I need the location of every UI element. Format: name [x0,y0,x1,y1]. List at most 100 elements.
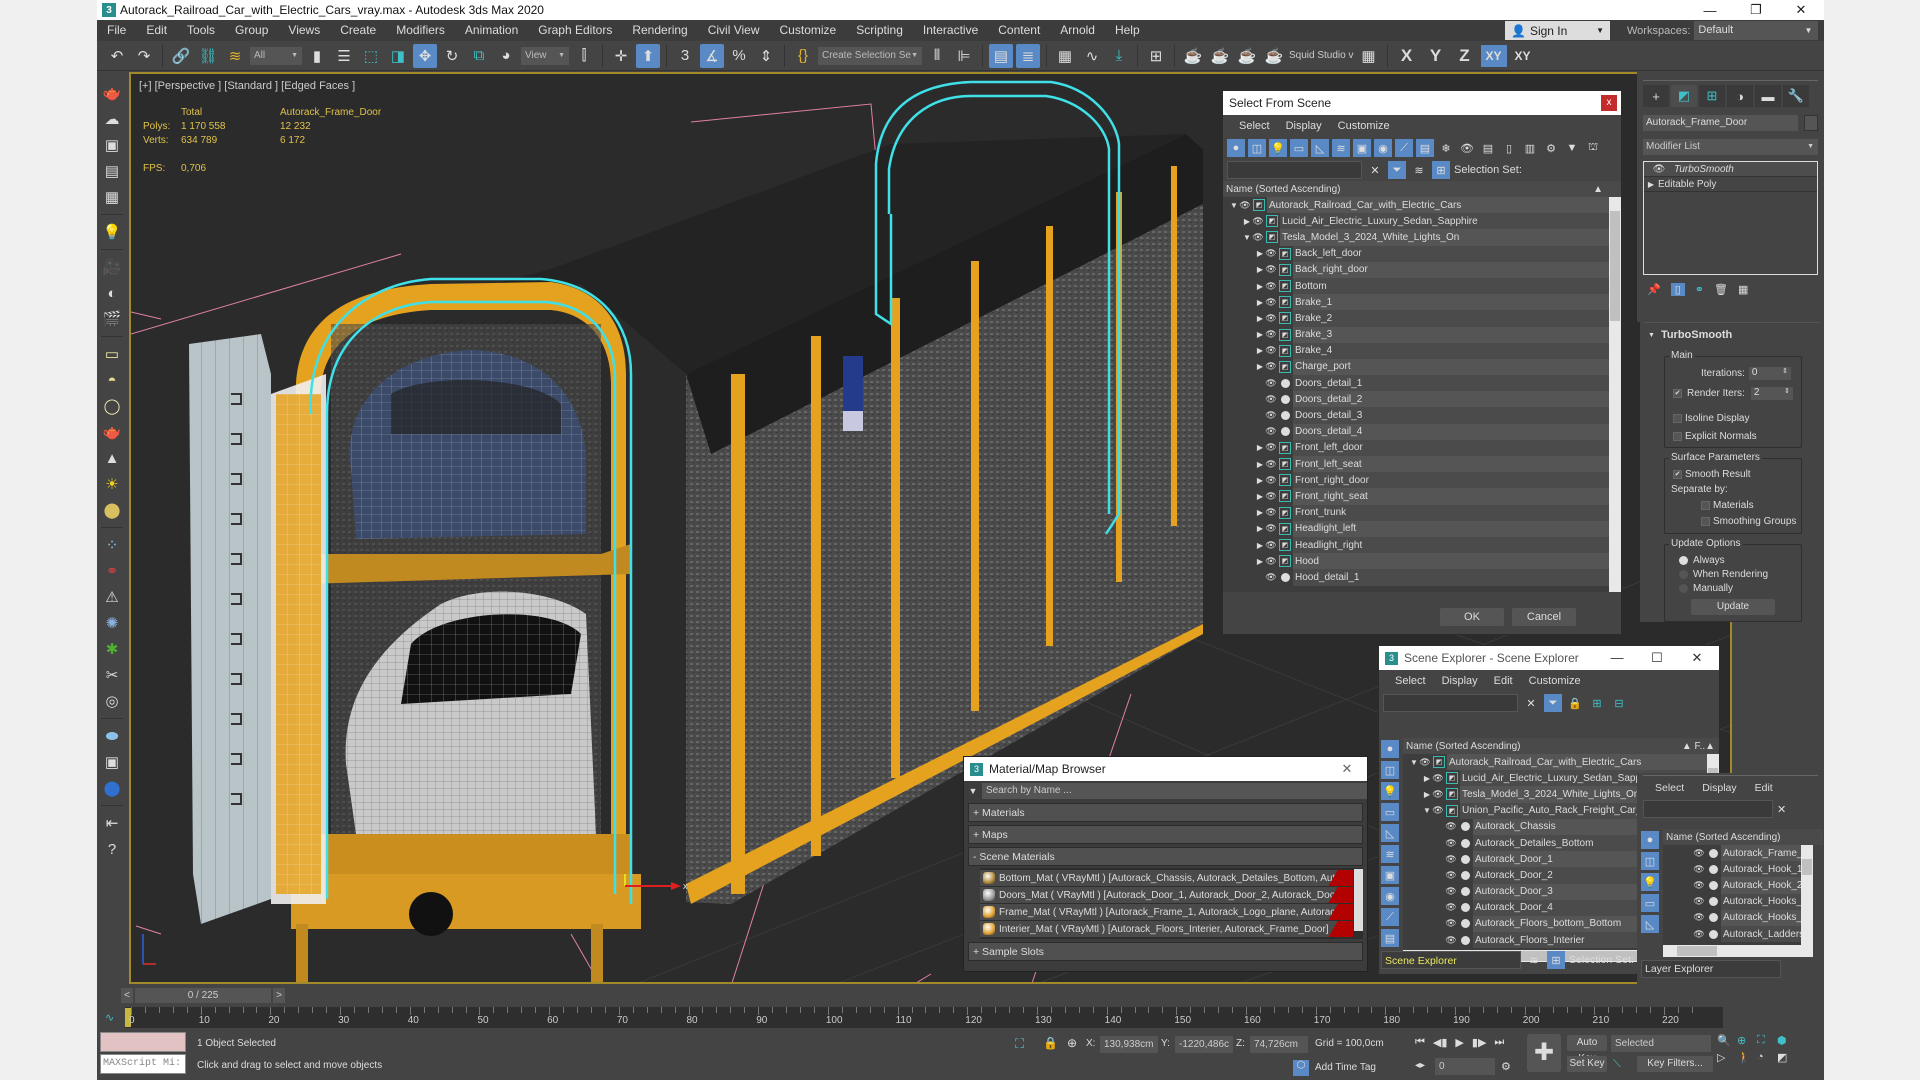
menu-graph-editors[interactable]: Graph Editors [528,20,622,41]
keyboard-shortcut-override-icon[interactable]: ⬆ [636,43,660,68]
modifier-turbosmooth[interactable]: 👁TurboSmooth [1644,162,1817,177]
molecule-icon[interactable]: ⚭ [101,560,123,582]
menu-customize[interactable]: Customize [1330,120,1398,132]
object-name-field[interactable]: Autorack_Frame_Door [1643,115,1798,131]
cancel-button[interactable]: Cancel [1512,608,1576,626]
tree-row[interactable]: 👁 Hood_detail_1 [1223,569,1609,586]
eye-icon[interactable]: 👁 [1265,313,1277,324]
collapsed-arrow-icon[interactable]: ▶ [1422,790,1432,799]
display-all-icon[interactable]: ▤ [1479,139,1497,157]
collapsed-arrow-icon[interactable]: ▶ [1255,346,1265,355]
close-button[interactable]: ✕ [1778,0,1824,20]
plane-light-icon[interactable]: ▭ [101,343,123,365]
materials-checkbox[interactable] [1701,501,1710,510]
smoothing-groups-checkbox[interactable] [1701,517,1710,526]
eye-icon[interactable]: 👁 [1265,507,1277,518]
invert-display-icon[interactable]: ▥ [1521,139,1539,157]
next-frame-button[interactable]: > [273,988,285,1003]
pin-stack-icon[interactable]: 📌 [1647,283,1661,296]
grass-icon[interactable]: ✱ [101,638,123,660]
percent-snap-icon[interactable]: % [727,44,751,68]
show-end-result-icon[interactable]: ▯ [1670,283,1685,296]
add-time-tag[interactable]: Add Time Tag [1315,1062,1376,1073]
edit-named-selection-icon[interactable]: {} [791,44,815,68]
close-button[interactable]: ✕ [1677,646,1717,670]
link-icon[interactable]: 🔗 [169,44,193,68]
search-input[interactable] [1643,800,1773,818]
zoom-icon[interactable]: 🔍 [1717,1034,1737,1047]
select-by-name-icon[interactable]: ☰ [332,44,356,68]
layers-icon[interactable]: ≋ [1525,951,1543,969]
go-to-end-icon[interactable]: ⏭ [1494,1036,1504,1049]
clear-search-icon[interactable]: ✕ [1777,803,1786,816]
table-icon[interactable]: ▦ [101,186,123,208]
disc-light-icon[interactable]: ◯ [101,395,123,417]
modifier-list-dropdown[interactable]: Modifier List ▼ [1643,139,1818,155]
render-setup-icon[interactable]: ☕ [1181,44,1205,68]
eye-icon[interactable]: 👁 [1265,329,1277,340]
shapes-filter-icon[interactable]: ◫ [1641,852,1659,870]
eye-icon[interactable]: 👁 [1265,361,1277,372]
isoline-display-checkbox[interactable] [1673,414,1682,423]
menu-select[interactable]: Select [1387,675,1434,687]
schematic-view-icon[interactable]: ⤓ [1107,44,1131,68]
collapsed-arrow-icon[interactable]: ▶ [1255,541,1265,550]
time-slider[interactable]: 0 / 225 [135,988,271,1003]
manually-radio[interactable] [1679,584,1688,593]
hierarchy-icon[interactable]: ⊞ [1432,161,1450,179]
hair-icon[interactable]: ✂ [101,664,123,686]
toggle-layer-explorer-icon[interactable]: ≣ [1016,43,1040,68]
select-and-move-icon[interactable]: ✥ [413,43,437,68]
scene-material-item[interactable]: Doors_Mat ( VRayMtl ) [Autorack_Door_1, … [980,887,1353,903]
menu-select[interactable]: Select [1231,120,1278,132]
tree-row[interactable]: ▶ 👁 ◩ Lucid_Air_Electric_Luxury_Sedan_Sapph… [1223,213,1609,230]
help-icon[interactable]: ? [101,838,123,860]
angle-snap-icon[interactable]: ∡ [700,43,724,68]
layer-tree[interactable]: 👁 Autorack_Frame_Door 👁 Autorack_Hook_1 👁 Aut… [1663,845,1813,945]
menu-edit[interactable]: Edit [1755,782,1773,794]
proxy-icon[interactable]: ⁘ [101,534,123,556]
next-frame-icon[interactable]: ▮▶ [1472,1036,1487,1049]
cameras-filter-icon[interactable]: ▭ [1381,803,1399,821]
column-header[interactable]: Name (Sorted Ascending) ▲ F..▲ [1403,738,1719,754]
import-icon[interactable]: ⇤ [101,812,123,834]
configure-sets-icon[interactable]: ▦ [1738,283,1748,296]
modifier-editable-poly[interactable]: ▶Editable Poly [1644,177,1817,192]
tree-row[interactable]: 👁 Autorack_Hooks_top [1663,909,1801,926]
shapes-filter-icon[interactable]: ◫ [1248,139,1266,157]
maps-category[interactable]: + Maps [968,825,1363,844]
motion-tab-icon[interactable]: ◑ [1727,85,1753,107]
when-rendering-radio[interactable] [1679,570,1688,579]
eye-icon[interactable]: 👁 [1693,864,1705,875]
eye-icon[interactable]: 👁 [1432,773,1444,784]
menu-rendering[interactable]: Rendering [622,20,697,41]
collapsed-arrow-icon[interactable]: ▶ [1255,249,1265,258]
containers-filter-icon[interactable]: ▤ [1381,929,1399,947]
spinner-snap-icon[interactable]: ⇕ [754,44,778,68]
undo-icon[interactable]: ↶ [105,44,129,68]
column-header[interactable]: Name (Sorted Ascending) [1663,829,1823,845]
menu-arnold[interactable]: Arnold [1050,20,1105,41]
tree-row[interactable]: 👁 Autorack_Ladders [1663,925,1801,943]
tree-row[interactable]: 👁 Autorack_Frame_Door [1663,845,1801,862]
tree-row[interactable]: 👁 Autorack_Hook_2 [1663,877,1801,894]
tree-row[interactable]: 👁 Doors_detail_1 [1223,375,1609,392]
set-keys-button[interactable]: ✚ [1527,1034,1561,1072]
eye-icon[interactable]: 👁 [1265,378,1277,389]
default-tangent-icon[interactable]: ⟍ [1613,1058,1621,1071]
eye-icon[interactable]: 👁 [1693,929,1705,940]
x-coordinate-field[interactable]: 130,938cm [1100,1036,1158,1053]
select-object-icon[interactable]: ▮ [305,44,329,68]
tree-row[interactable]: ▶ 👁 ◩ Front_left_door [1223,439,1609,456]
collapsed-arrow-icon[interactable]: ▶ [1255,282,1265,291]
snaps-toggle-icon[interactable]: 3 [673,44,697,68]
smooth-result-checkbox[interactable]: ✔ [1673,470,1682,479]
menu-civil-view[interactable]: Civil View [698,20,770,41]
toggle-scene-explorer-icon[interactable]: ▤ [989,43,1013,68]
play-icon[interactable]: ▶ [1455,1036,1463,1049]
collapsed-arrow-icon[interactable]: ▶ [1255,362,1265,371]
mirror-icon[interactable]: ⫴ [925,44,949,68]
tree-row[interactable]: ▶ 👁 ◩ Hood [1223,553,1609,570]
prev-frame-button[interactable]: < [121,988,133,1003]
key-mode-dropdown[interactable]: Selected [1611,1035,1711,1052]
